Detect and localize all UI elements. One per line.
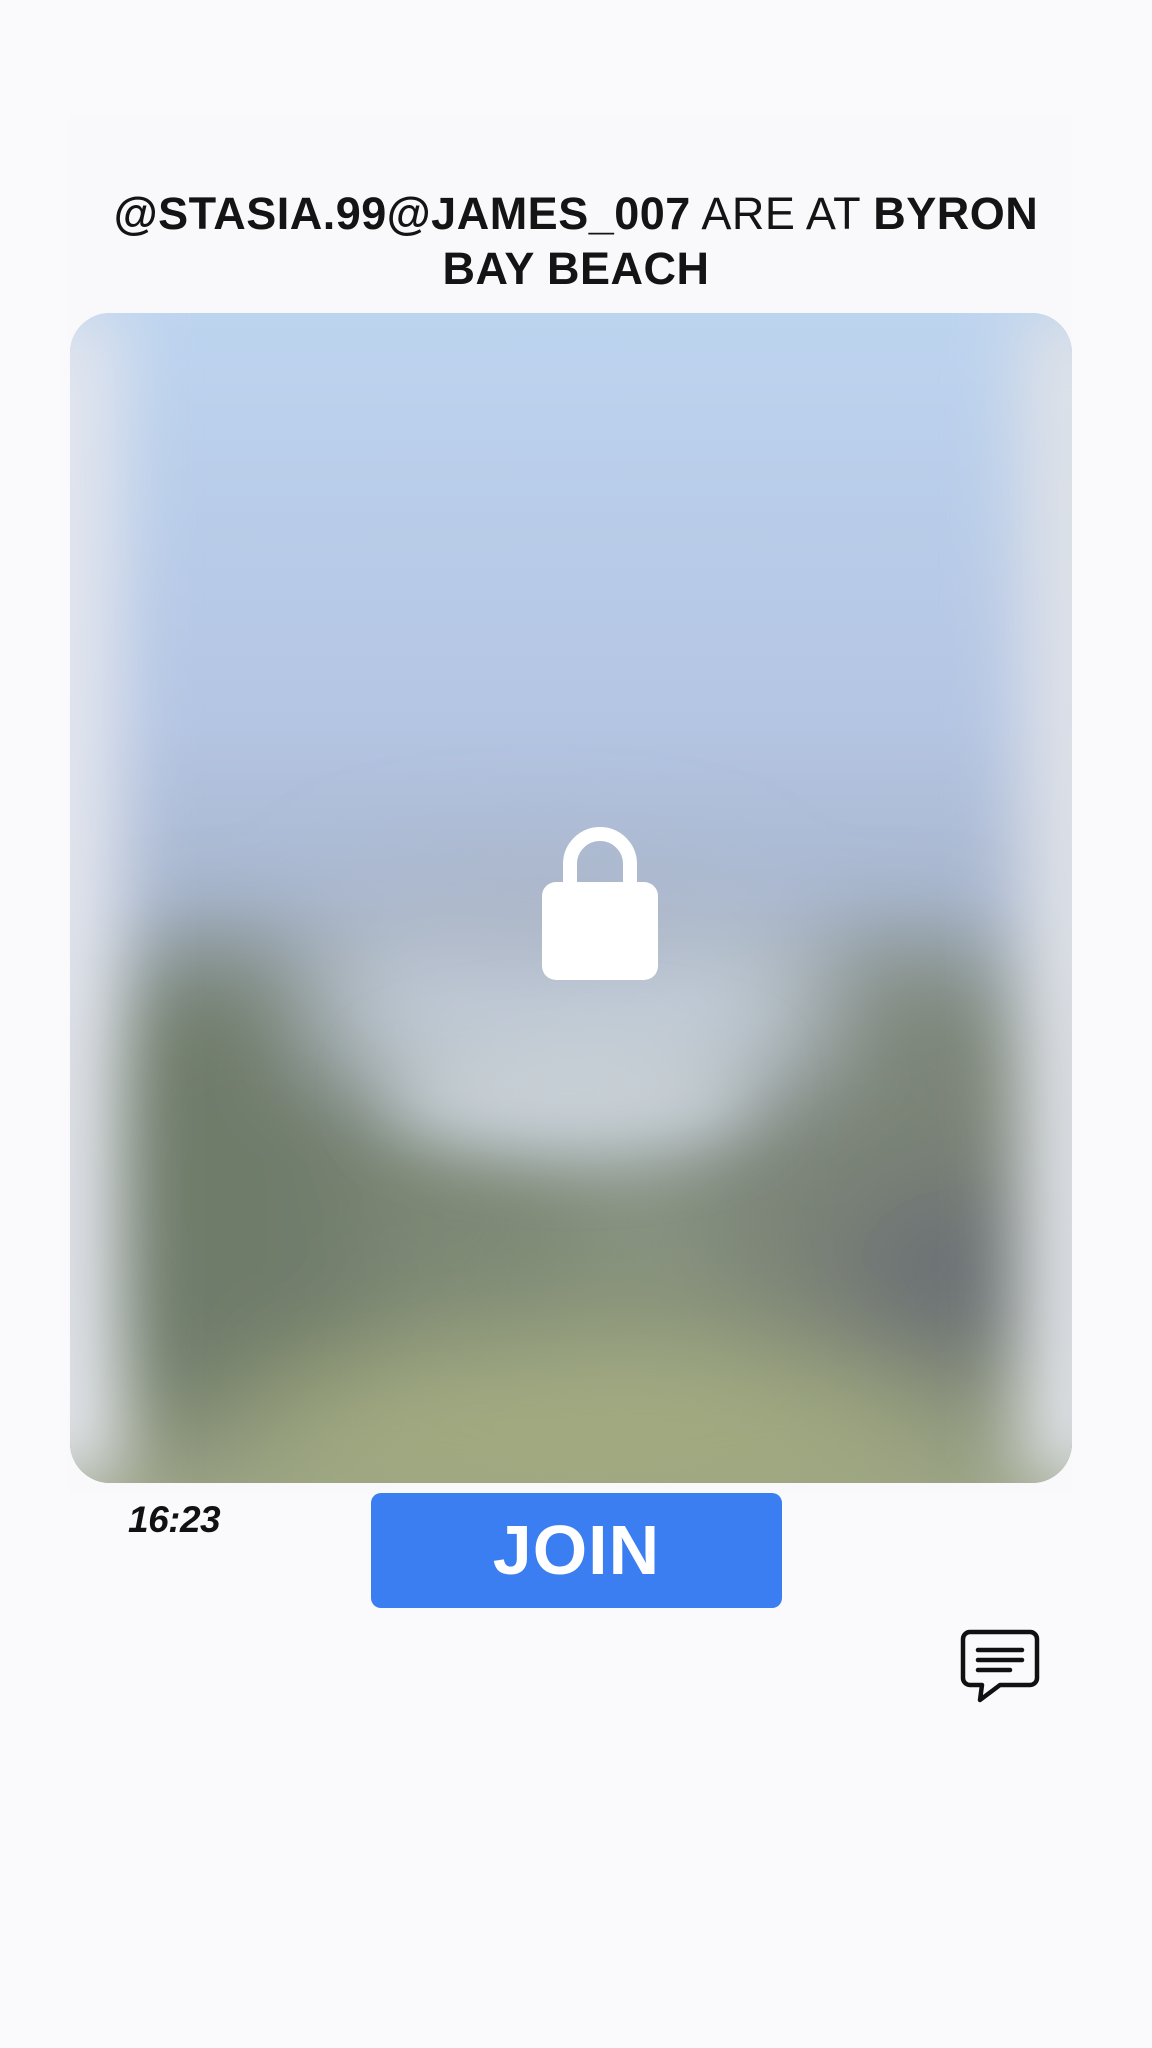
- headline-connector: ARE AT: [701, 188, 861, 239]
- tagged-users[interactable]: @STASIA.99@JAMES_007: [114, 188, 691, 239]
- post-headline: @STASIA.99@JAMES_007 ARE AT BYRON BAY BE…: [100, 186, 1052, 296]
- lock-icon: [542, 827, 658, 980]
- post-time: 16:23: [128, 1499, 221, 1540]
- chat-bubble-icon[interactable]: [960, 1628, 1040, 1704]
- join-button[interactable]: JOIN: [371, 1493, 782, 1608]
